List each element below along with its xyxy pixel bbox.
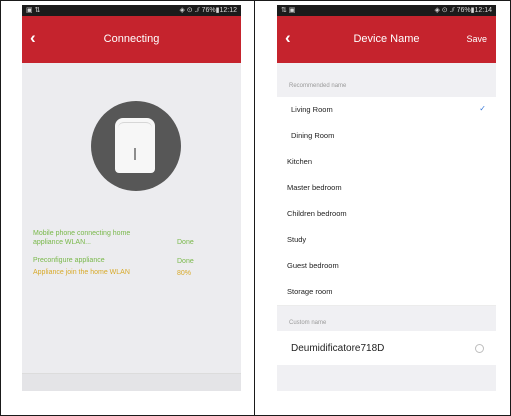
status-left-icons: ▣ ⇅ (26, 7, 41, 14)
name-option-label: Storage room (287, 287, 333, 296)
name-option-master-bedroom[interactable]: Master bedroom (277, 175, 496, 202)
dehumidifier-top (118, 122, 152, 133)
clear-input-icon[interactable] (475, 344, 484, 353)
name-option-dining-room[interactable]: Dining Room (277, 123, 496, 150)
save-button[interactable]: Save (466, 34, 487, 44)
name-option-children-bedroom[interactable]: Children bedroom (277, 201, 496, 228)
page-title: Connecting (103, 33, 160, 45)
custom-name-caption: Custom name (289, 320, 327, 326)
dehumidifier-indicator (134, 148, 136, 160)
name-option-label: Children bedroom (287, 209, 347, 218)
name-option-label: Master bedroom (287, 183, 342, 192)
panel-divider (254, 0, 255, 416)
connecting-screen: ▣ ⇅ ◈ ⊙ .⫽ 76%▮12:12 ‹ Connecting Mobile… (22, 5, 241, 391)
recommended-name-caption: Recommended name (289, 83, 347, 89)
name-option-guest-bedroom[interactable]: Guest bedroom (277, 253, 496, 280)
device-name-screen: ⇅ ▣ ◈ ⊙ .⫽ 76%▮12:14 ‹ Device Name Save … (277, 5, 496, 391)
app-bar: ‹ Device Name Save (277, 16, 496, 63)
step-label: Appliance join the home WLAN (33, 269, 130, 276)
name-option-study[interactable]: Study (277, 227, 496, 254)
step-status: Done (177, 239, 194, 246)
status-bar: ⇅ ▣ ◈ ⊙ .⫽ 76%▮12:14 (277, 5, 496, 16)
name-option-kitchen[interactable]: Kitchen (277, 149, 496, 176)
app-bar: ‹ Connecting (22, 16, 241, 63)
bottom-bar (22, 373, 241, 391)
name-option-label: Living Room (291, 105, 333, 114)
status-right-indicators: ◈ ⊙ .⫽ 76%▮12:12 (179, 7, 237, 14)
device-illustration (91, 101, 181, 191)
dehumidifier-icon (115, 118, 155, 173)
status-bar: ▣ ⇅ ◈ ⊙ .⫽ 76%▮12:12 (22, 5, 241, 16)
step-progress: 80% (177, 270, 192, 277)
name-option-label: Dining Room (291, 131, 335, 140)
step-label: Preconfigure appliance (33, 257, 105, 264)
status-left-icons: ⇅ ▣ (281, 7, 296, 14)
name-option-living-room[interactable]: Living Room ✓ (277, 97, 496, 124)
checkmark-icon: ✓ (479, 104, 486, 113)
name-option-label: Kitchen (287, 157, 313, 166)
name-option-label: Guest bedroom (287, 261, 339, 270)
name-option-label: Study (287, 235, 307, 244)
custom-name-value[interactable]: Deumidificatore718D (291, 343, 384, 354)
status-right-indicators: ◈ ⊙ .⫽ 76%▮12:14 (434, 7, 492, 14)
custom-name-field[interactable]: Deumidificatore718D (277, 331, 496, 365)
step-label: Mobile phone connecting home appliance W… (33, 230, 131, 246)
name-option-storage-room[interactable]: Storage room (277, 279, 496, 306)
page-title: Device Name (353, 33, 420, 45)
step-status: Done (177, 258, 194, 265)
